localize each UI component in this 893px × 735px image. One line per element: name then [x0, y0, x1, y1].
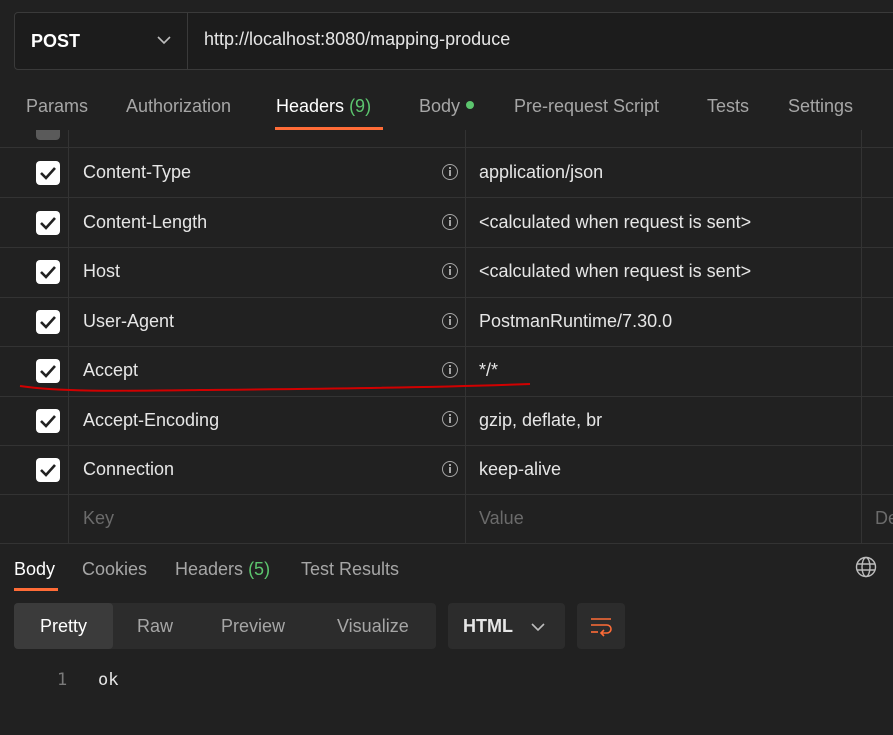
url-input[interactable]: http://localhost:8080/mapping-produce: [204, 29, 510, 50]
method-select[interactable]: POST: [15, 13, 188, 69]
header-key[interactable]: Host: [83, 261, 120, 282]
tab-params[interactable]: Params: [26, 96, 88, 117]
header-value[interactable]: <calculated when request is sent>: [479, 212, 751, 233]
header-value[interactable]: */*: [479, 360, 498, 381]
header-value[interactable]: PostmanRuntime/7.30.0: [479, 311, 672, 332]
view-mode-visualize[interactable]: Visualize: [337, 603, 409, 649]
info-icon[interactable]: [442, 164, 458, 180]
response-tab-headers[interactable]: Headers (5): [175, 559, 270, 580]
checkbox-checked-icon[interactable]: [36, 409, 60, 433]
table-row: User-Agent PostmanRuntime/7.30.0: [0, 297, 893, 347]
headers-table: Content-Type application/json Content-Le…: [0, 130, 893, 543]
view-mode-segmented-control: Pretty Raw Preview Visualize: [14, 603, 436, 649]
checkbox-checked-icon[interactable]: [36, 359, 60, 383]
active-response-tab-indicator: [14, 588, 58, 591]
table-row-new: Key Value De: [0, 494, 893, 543]
checkbox-checked-icon[interactable]: [36, 310, 60, 334]
response-tabs: Body Cookies Headers (5) Test Results: [0, 543, 893, 592]
header-key[interactable]: Content-Type: [83, 162, 191, 183]
header-value[interactable]: gzip, deflate, br: [479, 410, 602, 431]
table-row: Content-Type application/json: [0, 148, 893, 198]
header-value[interactable]: keep-alive: [479, 459, 561, 480]
tab-body[interactable]: Body: [419, 96, 475, 117]
tab-tests[interactable]: Tests: [707, 96, 749, 117]
request-tabs: Params Authorization Headers (9) Body Pr…: [0, 84, 893, 130]
info-icon[interactable]: [442, 411, 458, 427]
tab-settings[interactable]: Settings: [788, 96, 853, 117]
format-select[interactable]: HTML: [448, 603, 565, 649]
header-key[interactable]: Connection: [83, 459, 174, 480]
tab-headers-count: (9): [349, 96, 372, 116]
table-row: [0, 130, 893, 148]
info-icon[interactable]: [442, 313, 458, 329]
table-row: Accept */*: [0, 347, 893, 397]
table-row: Connection keep-alive: [0, 445, 893, 495]
table-row: Content-Length <calculated when request …: [0, 198, 893, 248]
chevron-down-icon: [531, 623, 545, 632]
tab-pre-request-script[interactable]: Pre-request Script: [514, 96, 659, 117]
tab-headers[interactable]: Headers (9): [276, 96, 371, 117]
view-mode-raw[interactable]: Raw: [137, 603, 173, 649]
wrap-lines-button[interactable]: [577, 603, 625, 649]
checkbox-checked-icon[interactable]: [36, 458, 60, 482]
new-description-input[interactable]: De: [875, 508, 893, 529]
checkbox-checked-icon[interactable]: [36, 260, 60, 284]
tab-authorization[interactable]: Authorization: [126, 96, 231, 117]
info-icon[interactable]: [442, 362, 458, 378]
view-mode-pretty[interactable]: Pretty: [14, 603, 113, 649]
method-label: POST: [31, 30, 81, 51]
table-row: Accept-Encoding gzip, deflate, br: [0, 396, 893, 446]
table-row: Host <calculated when request is sent>: [0, 248, 893, 298]
line-number: 1: [57, 670, 68, 690]
checkbox-checked-icon[interactable]: [36, 161, 60, 185]
new-key-input[interactable]: Key: [83, 508, 114, 529]
response-body-text: ok: [98, 670, 119, 690]
response-tab-headers-count: (5): [248, 559, 271, 579]
header-key[interactable]: User-Agent: [83, 311, 174, 332]
tab-headers-label: Headers: [276, 96, 345, 116]
request-url-bar: POST http://localhost:8080/mapping-produ…: [14, 12, 893, 70]
info-icon[interactable]: [442, 263, 458, 279]
header-value[interactable]: application/json: [479, 162, 603, 183]
info-icon[interactable]: [442, 461, 458, 477]
wrap-lines-icon: [591, 618, 612, 637]
tab-body-label: Body: [419, 96, 461, 116]
info-icon[interactable]: [442, 214, 458, 230]
body-status-dot-icon: [466, 101, 475, 110]
new-value-input[interactable]: Value: [479, 508, 524, 529]
chevron-down-icon: [157, 36, 171, 45]
header-key[interactable]: Accept-Encoding: [83, 410, 219, 431]
header-key[interactable]: Accept: [83, 360, 138, 381]
response-tab-cookies[interactable]: Cookies: [82, 559, 147, 580]
checkbox-checked-icon[interactable]: [36, 211, 60, 235]
checkbox-icon[interactable]: [36, 130, 60, 140]
header-key[interactable]: Content-Length: [83, 212, 207, 233]
view-mode-preview[interactable]: Preview: [221, 603, 285, 649]
response-tab-headers-label: Headers: [175, 559, 244, 579]
response-tab-body[interactable]: Body: [14, 559, 55, 580]
format-label: HTML: [463, 616, 513, 636]
globe-icon[interactable]: [855, 556, 877, 578]
header-value[interactable]: <calculated when request is sent>: [479, 261, 751, 282]
response-tab-test-results[interactable]: Test Results: [301, 559, 399, 580]
